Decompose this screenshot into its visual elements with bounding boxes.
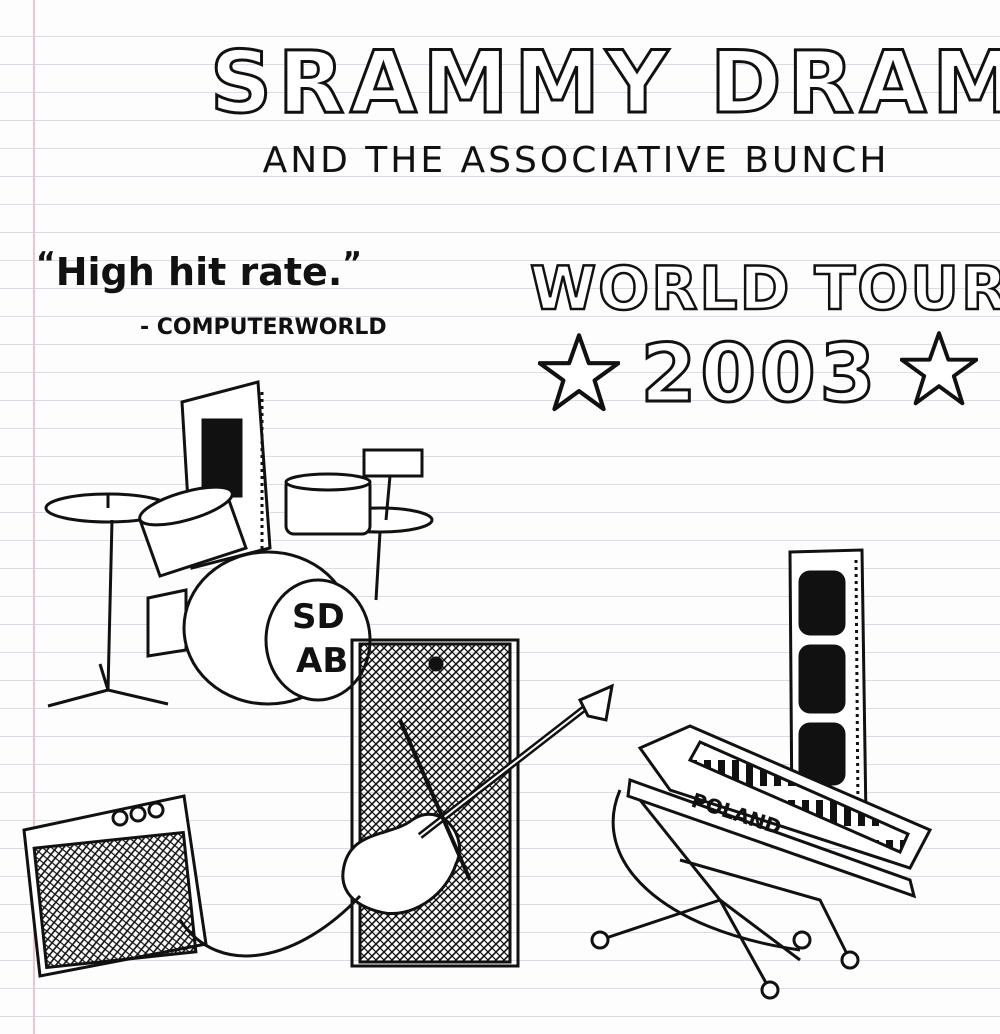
band-instruments-drawing: SD AB POLAND xyxy=(22,380,933,1000)
cable xyxy=(178,894,362,958)
svg-text:AB: AB xyxy=(296,641,348,681)
guitar-amp xyxy=(22,794,208,978)
bass-drum-text: SD xyxy=(292,597,345,637)
keyboard: POLAND xyxy=(626,724,933,899)
